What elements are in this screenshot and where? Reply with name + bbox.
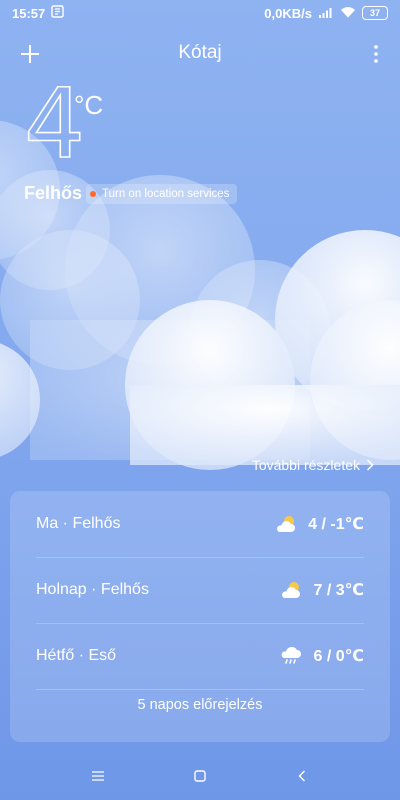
back-button[interactable] [284,761,320,791]
network-speed: 0,0KB/s [264,5,312,21]
more-details-label: További részletek [251,457,360,473]
more-options-button[interactable] [366,38,386,70]
menu-button[interactable] [80,761,116,791]
more-details-link[interactable]: További részletek [252,457,374,473]
forecast-card: Ma · Felhős 4 / -1℃ Holnap · Felhős 7 / … [10,491,390,742]
status-bar: 15:57 0,0KB/s 37 [0,0,400,26]
more-vertical-icon [374,45,378,63]
partly-cloudy-icon [282,582,301,598]
partly-cloudy-icon [277,516,296,532]
alert-dot-icon [90,190,97,197]
status-time: 15:57 [12,5,46,21]
forecast-row[interactable]: Ma · Felhős 4 / -1℃ [36,491,364,558]
forecast-temps: 7 / 3℃ [313,582,364,599]
current-condition: Felhős [24,183,83,203]
current-temperature: 4 [23,73,86,175]
temperature-unit: °C [74,90,104,120]
rain-icon [282,647,302,664]
system-nav-bar [0,752,400,800]
chevron-right-icon [366,459,374,471]
signal-icon [318,6,334,21]
location-services-chip[interactable]: Turn on location services [86,183,238,204]
five-day-forecast-button[interactable]: 5 napos előrejelzés [10,697,390,713]
forecast-temps: 6 / 0℃ [313,648,364,665]
temperature-value: 4 [23,68,86,180]
back-icon [298,770,305,782]
top-bar: Kótaj [0,36,400,72]
home-button[interactable] [182,761,218,791]
sim-icon [51,5,64,21]
menu-icon [92,771,104,781]
location-prompt-label: Turn on location services [102,187,230,200]
home-square-icon [194,770,206,782]
forecast-row[interactable]: Hétfő · Eső 6 / 0℃ [36,623,364,690]
forecast-day: Holnap · Felhős [36,581,149,598]
forecast-row[interactable]: Holnap · Felhős 7 / 3℃ [36,557,364,624]
battery-icon: 37 [362,6,388,20]
wifi-icon [340,6,356,21]
forecast-temps: 4 / -1℃ [308,516,364,533]
city-name: Kótaj [178,42,222,63]
condition-row: Felhős Turn on location services [24,183,238,204]
weather-screen: 15:57 0,0KB/s 37 Kótaj 4 °C Felhős Turn … [0,0,400,800]
forecast-day: Hétfő · Eső [36,647,117,664]
forecast-day: Ma · Felhős [36,515,121,532]
